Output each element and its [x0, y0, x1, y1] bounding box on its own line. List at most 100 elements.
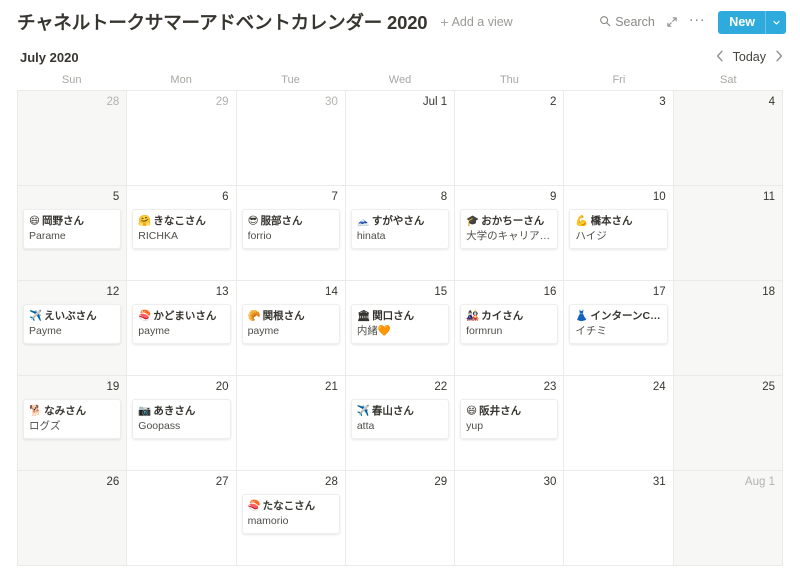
- day-number: 5: [112, 191, 120, 203]
- day-number: 6: [222, 191, 229, 203]
- calendar-event-card[interactable]: 🎓おかちーさん大学のキャリアカウ…: [460, 209, 559, 249]
- calendar-day-cell[interactable]: 21: [236, 376, 346, 471]
- expand-arrows-icon[interactable]: [666, 16, 678, 28]
- day-number: 30: [543, 476, 557, 488]
- day-number: 23: [543, 381, 557, 393]
- day-number: Aug 1: [744, 476, 775, 488]
- calendar-day-cell[interactable]: 24: [564, 376, 674, 471]
- chevron-right-icon[interactable]: [775, 50, 783, 64]
- calendar-event-card[interactable]: 💪 橋本さん ハイジ: [569, 209, 668, 249]
- calendar-day-cell[interactable]: 8 🗻 すがやさん hinata: [345, 186, 456, 281]
- calendar-day-cell[interactable]: 30: [455, 471, 565, 566]
- calendar-day-cell[interactable]: 5 😄 岡野さん Parame: [18, 186, 128, 281]
- calendar-day-cell[interactable]: 28 🍣 たなこさん mamorio: [236, 471, 346, 566]
- day-number: 22: [434, 381, 448, 393]
- calendar-day-cell[interactable]: 11: [673, 186, 783, 281]
- calendar-day-cell[interactable]: 23 😄 阪井さん yup: [455, 376, 565, 471]
- mount-fuji-emoji: 🗻: [356, 215, 370, 227]
- search-label: Search: [615, 15, 655, 29]
- calendar-event-card[interactable]: 📷 あきさん Goopass: [132, 399, 231, 439]
- event-title-row: ✈️ えいぶさん: [29, 309, 114, 323]
- calendar-day-cell[interactable]: Aug 1: [673, 471, 783, 566]
- calendar-day-cell[interactable]: 7 😎 服部さん forrio: [236, 186, 346, 281]
- calendar-day-cell[interactable]: Jul 1: [345, 91, 456, 186]
- calendar-day-cell[interactable]: 14 🥐 関根さん payme: [236, 281, 346, 376]
- event-title: カイさん: [481, 310, 524, 322]
- calendar-event-card[interactable]: ✈️ 春山さん atta: [350, 399, 450, 439]
- new-button[interactable]: New: [718, 11, 765, 34]
- event-title-row: 🐕 なみさん: [29, 404, 114, 418]
- calendar-day-cell[interactable]: 30: [236, 91, 346, 186]
- sushi-emoji: 🍣: [247, 500, 261, 512]
- event-title: 服部さん: [260, 215, 303, 227]
- grinning-face-emoji: 😄: [29, 215, 40, 227]
- graduation-cap-emoji: 🎓: [466, 215, 480, 227]
- calendar-day-cell[interactable]: 22 ✈️ 春山さん atta: [345, 376, 456, 471]
- calendar-event-card[interactable]: 🍣 かどまいさん payme: [132, 304, 231, 344]
- search-button[interactable]: Search: [599, 15, 655, 30]
- calendar-event-card[interactable]: 🗻 すがやさん hinata: [350, 209, 450, 249]
- calendar-day-cell[interactable]: 4: [673, 91, 783, 186]
- calendar-day-cell[interactable]: 16 🎎 カイさん formrun: [455, 281, 565, 376]
- calendar-event-card[interactable]: 🎎 カイさん formrun: [460, 304, 559, 344]
- calendar-day-cell[interactable]: 20 📷 あきさん Goopass: [127, 376, 237, 471]
- calendar-day-cell[interactable]: 9 🎓おかちーさん大学のキャリアカウ…: [455, 186, 565, 281]
- chevron-down-icon[interactable]: [765, 10, 786, 34]
- add-view-button[interactable]: + Add a view: [440, 15, 512, 29]
- day-number: 20: [215, 381, 229, 393]
- event-title: 関口さん: [372, 310, 415, 322]
- day-number: 3: [659, 96, 666, 108]
- calendar-event-card[interactable]: ✈️ えいぶさん Payme: [23, 304, 122, 344]
- event-subtitle: ハイジ: [575, 230, 607, 242]
- ellipsis-icon[interactable]: ···: [689, 12, 706, 32]
- calendar-day-cell[interactable]: 2: [455, 91, 565, 186]
- calendar-event-card[interactable]: 🏛 関口さん 内緒🧡: [350, 304, 450, 344]
- topbar-actions: Search ··· New: [599, 10, 786, 34]
- day-number: 13: [215, 286, 229, 298]
- event-title: 阪井さん: [479, 405, 522, 417]
- croissant-emoji: 🥐: [247, 310, 261, 322]
- calendar-event-card[interactable]: 🥐 関根さん payme: [241, 304, 340, 344]
- calendar-day-cell[interactable]: 13 🍣 かどまいさん payme: [127, 281, 237, 376]
- calendar-day-cell[interactable]: 6 🤗 きなこさん RICHKA: [127, 186, 237, 281]
- calendar-event-card[interactable]: 🐕 なみさん ログズ: [23, 399, 122, 439]
- calendar-day-cell[interactable]: 17 👗インターンCEO… イチミ: [564, 281, 674, 376]
- add-view-label: Add a view: [451, 15, 513, 29]
- calendar-day-cell[interactable]: 26: [18, 471, 128, 566]
- calendar-day-cell[interactable]: 29: [345, 471, 456, 566]
- calendar-day-cell[interactable]: 27: [127, 471, 237, 566]
- calendar-day-cell[interactable]: 3: [564, 91, 674, 186]
- calendar-day-cell[interactable]: 18: [673, 281, 783, 376]
- event-title-row: 🗻 すがやさん: [357, 214, 442, 228]
- weekday-header: Sun Mon Tue Wed Thu Fri Sat: [17, 70, 783, 90]
- day-number: 11: [763, 191, 775, 203]
- event-title: すがやさん: [371, 215, 425, 227]
- calendar-event-card[interactable]: 👗インターンCEO… イチミ: [569, 304, 668, 344]
- event-subtitle: yup: [466, 420, 484, 432]
- day-number: 14: [325, 286, 338, 298]
- calendar-event-card[interactable]: 😎 服部さん forrio: [241, 209, 340, 249]
- search-icon: [599, 15, 611, 30]
- calendar-day-cell[interactable]: 19 🐕 なみさん ログズ: [18, 376, 128, 471]
- event-title: 春山さん: [371, 405, 414, 417]
- calendar-event-card[interactable]: 🍣 たなこさん mamorio: [241, 494, 340, 534]
- calendar-event-card[interactable]: 🤗 きなこさん RICHKA: [132, 209, 231, 249]
- event-title-row: 🍣 かどまいさん: [138, 309, 223, 323]
- day-number: 27: [215, 476, 229, 488]
- dog-emoji: 🐕: [29, 405, 43, 417]
- calendar-event-card[interactable]: 😄 阪井さん yup: [460, 399, 559, 439]
- event-title-row: 📷 あきさん: [138, 404, 223, 418]
- weekday-label-tue: Tue: [281, 74, 300, 86]
- calendar-day-cell[interactable]: 12 ✈️ えいぶさん Payme: [18, 281, 128, 376]
- calendar-day-cell[interactable]: 29: [127, 91, 237, 186]
- calendar-day-cell[interactable]: 31: [564, 471, 674, 566]
- today-button[interactable]: Today: [733, 50, 766, 64]
- calendar-day-cell[interactable]: 28: [18, 91, 128, 186]
- calendar-day-cell[interactable]: 25: [673, 376, 783, 471]
- chevron-left-icon[interactable]: [716, 50, 724, 64]
- calendar-event-card[interactable]: 😄 岡野さん Parame: [23, 209, 122, 249]
- airplane-emoji: ✈️: [29, 310, 43, 322]
- day-number: 28: [106, 96, 120, 108]
- calendar-day-cell[interactable]: 10 💪 橋本さん ハイジ: [564, 186, 674, 281]
- calendar-day-cell[interactable]: 15 🏛 関口さん 内緒🧡: [345, 281, 456, 376]
